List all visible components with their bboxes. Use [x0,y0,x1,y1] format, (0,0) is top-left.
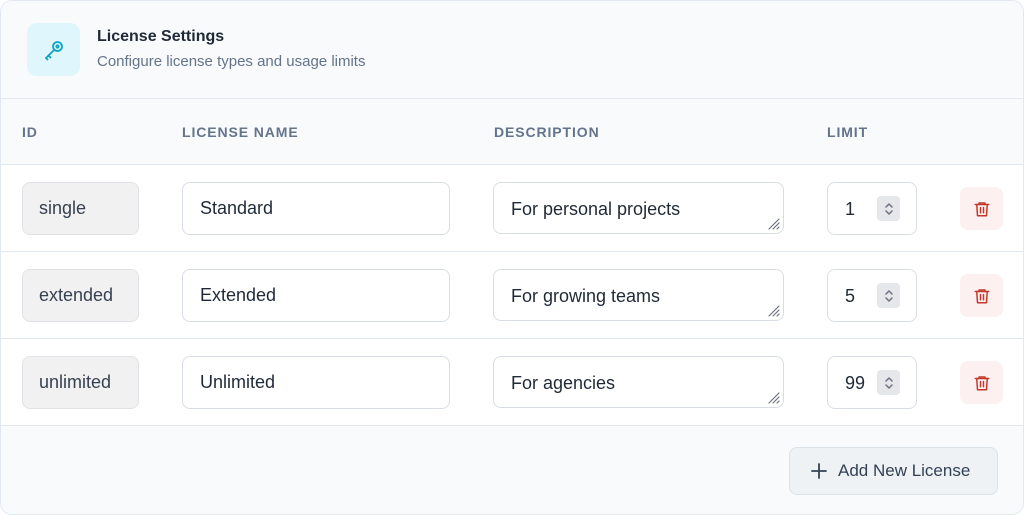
description-textarea[interactable]: For personal projects [493,182,784,234]
license-name-input[interactable] [182,182,450,235]
trash-icon [974,375,989,390]
limit-number-input[interactable]: 1 [827,182,917,235]
table-row: unlimited For agencies 99 [1,339,1023,426]
table-row: single For personal projects 1 [1,165,1023,252]
limit-value: 99 [845,373,866,393]
column-header-license-name: LICENSE NAME [182,124,299,140]
limit-value: 5 [845,286,856,306]
limit-value: 1 [845,199,856,219]
add-new-license-button[interactable]: Add New License [789,447,998,495]
description-text: For growing teams [511,286,661,306]
table-header: ID LICENSE NAME DESCRIPTION LIMIT [1,99,1023,165]
license-id-field: extended [22,269,139,322]
add-new-license-label: Add New License [838,461,971,480]
limit-number-input[interactable]: 5 [827,269,917,322]
delete-button[interactable] [960,274,1003,317]
description-text: For agencies [511,373,616,393]
resize-grip-icon[interactable] [766,216,780,230]
card-footer: Add New License [1,426,1023,514]
column-header-limit: LIMIT [827,124,869,140]
stepper-icon[interactable] [877,196,900,221]
stepper-icon[interactable] [877,370,900,395]
description-textarea[interactable]: For growing teams [493,269,784,321]
delete-button[interactable] [960,361,1003,404]
description-text: For personal projects [511,199,681,219]
resize-grip-icon[interactable] [766,303,780,317]
page-title: License Settings [97,28,225,45]
stepper-icon[interactable] [877,283,900,308]
license-settings-card: License Settings Configure license types… [0,0,1024,515]
resize-grip-icon[interactable] [766,390,780,404]
description-textarea[interactable]: For agencies [493,356,784,408]
trash-icon [974,201,989,216]
plus-icon [810,462,828,480]
license-name-input[interactable] [182,356,450,409]
license-name-input[interactable] [182,269,450,322]
column-header-id: ID [22,124,38,140]
delete-button[interactable] [960,187,1003,230]
limit-number-input[interactable]: 99 [827,356,917,409]
column-header-description: DESCRIPTION [494,124,600,140]
key-icon [27,23,80,76]
card-header: License Settings Configure license types… [1,1,1023,99]
page-subtitle: Configure license types and usage limits [97,53,366,70]
table-row: extended For growing teams 5 [1,252,1023,339]
license-id-field: unlimited [22,356,139,409]
license-id-field: single [22,182,139,235]
trash-icon [974,288,989,303]
